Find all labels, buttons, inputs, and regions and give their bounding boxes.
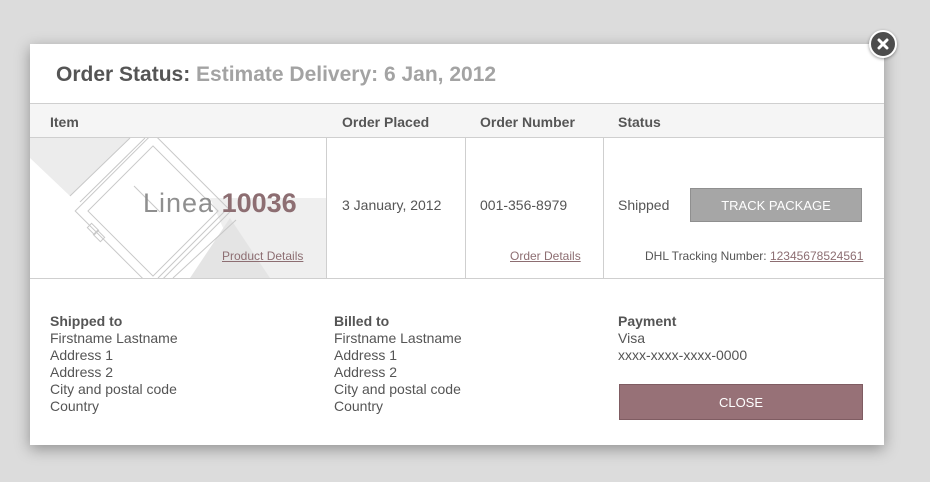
order-status-modal: Order Status: Estimate Delivery: 6 Jan, … [30, 44, 884, 445]
track-package-button[interactable]: TRACK PACKAGE [690, 188, 862, 222]
billed-to-address2: Address 2 [334, 364, 398, 380]
shipped-to-address2: Address 2 [50, 364, 114, 380]
table-header: Item Order Placed Order Number Status [30, 103, 884, 138]
header-order-number: Order Number [480, 114, 575, 130]
payment-card: xxxx-xxxx-xxxx-0000 [618, 347, 748, 363]
tracking-info: DHL Tracking Number: 12345678524561 [645, 249, 863, 263]
product-brand: Linea [143, 188, 215, 218]
x-icon [877, 38, 889, 50]
modal-title: Order Status: Estimate Delivery: 6 Jan, … [56, 63, 496, 87]
billed-to-heading: Billed to [334, 313, 390, 329]
shipped-to-country: Country [50, 398, 100, 414]
order-number: 001-356-8979 [480, 197, 568, 213]
product-name: Linea 10036 [143, 188, 297, 219]
order-details-link[interactable]: Order Details [510, 249, 581, 263]
shipped-to-address1: Address 1 [50, 347, 114, 363]
tracking-number-link[interactable]: 12345678524561 [770, 249, 863, 263]
shipped-to-heading: Shipped to [50, 313, 123, 329]
column-divider [326, 138, 327, 278]
close-icon[interactable] [869, 30, 897, 58]
close-button[interactable]: CLOSE [619, 384, 863, 420]
product-image: Linea 10036 Product Details [30, 138, 326, 278]
column-divider [603, 138, 604, 278]
table-row: Linea 10036 Product Details 3 January, 2… [30, 138, 884, 279]
shipped-to-block: Shipped to Firstname Lastname Address 1 … [50, 313, 178, 415]
header-status: Status [618, 114, 661, 130]
product-details-link[interactable]: Product Details [222, 249, 303, 263]
title-label: Order Status: [56, 63, 191, 86]
billed-to-city: City and postal code [334, 381, 461, 397]
estimate-delivery: Estimate Delivery: 6 Jan, 2012 [196, 63, 497, 86]
shipped-to-name: Firstname Lastname [50, 330, 178, 346]
billed-to-address1: Address 1 [334, 347, 398, 363]
billed-to-block: Billed to Firstname Lastname Address 1 A… [334, 313, 462, 415]
billed-to-country: Country [334, 398, 384, 414]
tracking-label: DHL Tracking Number: [645, 249, 767, 263]
order-placed-date: 3 January, 2012 [342, 197, 442, 213]
column-divider [465, 138, 466, 278]
header-order-placed: Order Placed [342, 114, 430, 130]
payment-method: Visa [618, 330, 645, 346]
payment-heading: Payment [618, 313, 677, 329]
status-text: Shipped [618, 197, 670, 213]
shipped-to-city: City and postal code [50, 381, 177, 397]
header-item: Item [50, 114, 79, 130]
payment-block: Payment Visa xxxx-xxxx-xxxx-0000 [618, 313, 747, 364]
product-number: 10036 [221, 188, 297, 218]
billed-to-name: Firstname Lastname [334, 330, 462, 346]
